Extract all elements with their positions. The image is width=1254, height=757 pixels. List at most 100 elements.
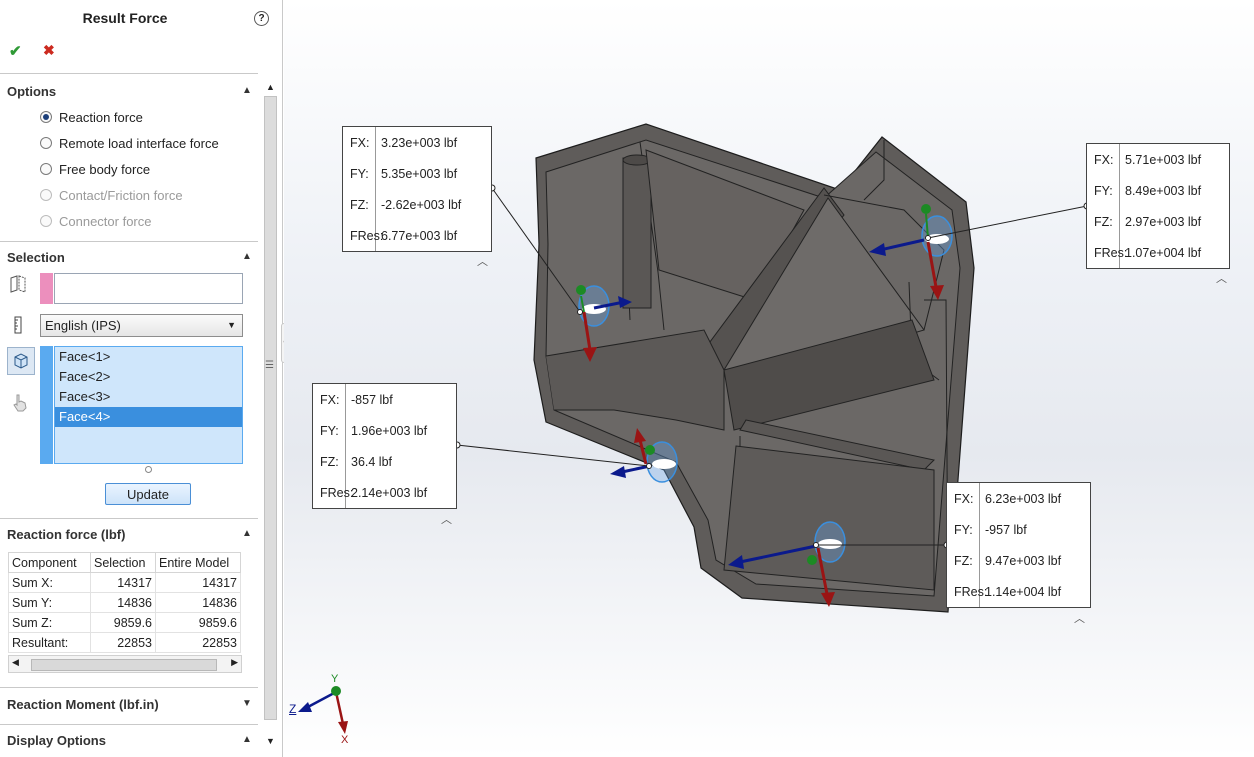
divider [0, 241, 258, 242]
callout-row: FY: 1.96e+003 lbf [313, 415, 456, 446]
reference-selection-field[interactable] [54, 273, 243, 304]
faces-list[interactable]: Face<1> Face<2> Face<3> Face<4> [54, 346, 243, 464]
triad-z-label: Z [289, 702, 297, 716]
divider [0, 687, 258, 688]
reaction-moment-header[interactable]: Reaction Moment (lbf.in) [7, 697, 159, 712]
list-item[interactable]: Face<1> [55, 347, 242, 367]
callout-collapse-icon[interactable]: ︿ [1074, 610, 1085, 626]
scrollbar-thumb[interactable] [31, 659, 217, 671]
radio-free-body-force[interactable]: Free body force [40, 160, 150, 178]
callout-row: FRes: 6.77e+003 lbf [343, 220, 491, 251]
callout-row: FX: -857 lbf [313, 384, 456, 415]
chevron-up-icon[interactable]: ▲ [242, 85, 252, 96]
scroll-up-icon[interactable]: ▲ [266, 82, 275, 92]
callout-value: 5.35e+003 lbf [381, 166, 458, 181]
options-header[interactable]: Options [7, 84, 56, 99]
callout-key: FRes: [947, 576, 987, 607]
reaction-force-table: Component Selection Entire Model Sum X: … [8, 552, 241, 653]
callout-value: 6.77e+003 lbf [381, 228, 458, 243]
callout-value: 36.4 lbf [351, 454, 393, 469]
units-dropdown[interactable]: English (IPS) ▼ [40, 314, 243, 337]
table-cell: 22853 [155, 632, 241, 653]
callout-value: 2.14e+003 lbf [351, 485, 428, 500]
divider [0, 518, 258, 519]
graphics-viewport[interactable]: Y Z X FX: 3.23e+003 lbf FY: 5.35e+003 lbf … [284, 0, 1254, 757]
scroll-right-icon[interactable]: ▶ [231, 657, 238, 668]
table-row: Sum Y: 14836 14836 [8, 592, 241, 613]
divider [0, 73, 258, 74]
callout-key: FZ: [1087, 206, 1120, 237]
callout-key: FY: [947, 514, 980, 545]
force-callout-1[interactable]: FX: 3.23e+003 lbf FY: 5.35e+003 lbf FZ: -2.… [342, 126, 492, 252]
callout-value: 9.47e+003 lbf [985, 553, 1062, 568]
chevron-up-icon[interactable]: ▲ [242, 251, 252, 262]
callout-key: FRes: [313, 477, 353, 508]
callout-key: FZ: [343, 189, 376, 220]
callout-row: FZ: 2.97e+003 lbf [1087, 206, 1229, 237]
callout-key: FX: [343, 127, 376, 158]
radio-connector-force: Connector force [40, 212, 152, 230]
callout-collapse-icon[interactable]: ︿ [441, 511, 452, 527]
radio-reaction-force[interactable]: Reaction force [40, 108, 143, 126]
chevron-down-icon[interactable]: ▼ [242, 698, 252, 709]
callout-collapse-icon[interactable]: ︿ [1216, 270, 1227, 286]
force-callout-2[interactable]: FX: 5.71e+003 lbf FY: 8.49e+003 lbf FZ: 2.9… [1086, 143, 1230, 269]
ok-button[interactable]: ✔ [9, 42, 22, 60]
callout-key: FZ: [313, 446, 346, 477]
part-model[interactable] [533, 123, 975, 613]
units-value: English (IPS) [45, 318, 121, 333]
scrollbar-thumb[interactable] [264, 96, 277, 720]
callout-value: 1.07e+004 lbf [1125, 245, 1202, 260]
list-item-selected[interactable]: Face<4> [55, 407, 242, 427]
table-horizontal-scrollbar[interactable]: ◀ ▶ [8, 655, 242, 673]
panel-vertical-scrollbar[interactable]: ▲ ▼ ☰ [262, 82, 279, 746]
scroll-left-icon[interactable]: ◀ [12, 657, 19, 668]
table-cell: 22853 [90, 632, 156, 653]
cancel-button[interactable]: ✖ [43, 42, 55, 59]
selection-header[interactable]: Selection [7, 250, 65, 265]
callout-row: FZ: 9.47e+003 lbf [947, 545, 1090, 576]
table-row: Sum X: 14317 14317 [8, 572, 241, 593]
force-callout-3[interactable]: FX: -857 lbf FY: 1.96e+003 lbf FZ: 36.4 lbf… [312, 383, 457, 509]
callout-row: FY: -957 lbf [947, 514, 1090, 545]
radio-icon[interactable] [40, 163, 52, 175]
resize-grip-icon[interactable] [145, 466, 152, 473]
callout-value: 1.96e+003 lbf [351, 423, 428, 438]
callout-key: FX: [947, 483, 980, 514]
column-header[interactable]: Selection [90, 552, 156, 573]
radio-selected-icon[interactable] [40, 111, 52, 123]
force-callout-4[interactable]: FX: 6.23e+003 lbf FY: -957 lbf FZ: 9.47e+00… [946, 482, 1091, 608]
grip-icon[interactable]: ☰ [265, 360, 274, 371]
column-header[interactable]: Entire Model [155, 552, 241, 573]
table-cell: Sum Z: [8, 612, 91, 633]
callout-row: FX: 6.23e+003 lbf [947, 483, 1090, 514]
orientation-triad [298, 686, 348, 734]
callout-value: 1.14e+004 lbf [985, 584, 1062, 599]
callout-row: FX: 5.71e+003 lbf [1087, 144, 1229, 175]
radio-label: Contact/Friction force [59, 187, 183, 203]
ruler-icon [6, 314, 30, 336]
column-header[interactable]: Component [8, 552, 91, 573]
display-options-header[interactable]: Display Options [7, 733, 106, 748]
reaction-force-header[interactable]: Reaction force (lbf) [7, 527, 125, 542]
chevron-up-icon[interactable]: ▲ [242, 734, 252, 745]
callout-collapse-icon[interactable]: ︿ [477, 253, 488, 269]
callout-key: FRes: [343, 220, 383, 251]
chevron-down-icon[interactable]: ▼ [227, 315, 236, 336]
help-icon[interactable]: ? [254, 11, 269, 26]
table-cell: 14317 [155, 572, 241, 593]
callout-key: FY: [343, 158, 376, 189]
face-filter-icon[interactable] [7, 347, 35, 375]
radio-icon[interactable] [40, 137, 52, 149]
property-manager-panel: Result Force ? ✔ ✖ Options ▲ Reaction fo… [0, 0, 283, 757]
table-cell: Resultant: [8, 632, 91, 653]
list-item[interactable]: Face<3> [55, 387, 242, 407]
radio-remote-load-interface-force[interactable]: Remote load interface force [40, 134, 219, 152]
list-item[interactable]: Face<2> [55, 367, 242, 387]
scroll-down-icon[interactable]: ▼ [266, 736, 275, 746]
update-button[interactable]: Update [105, 483, 191, 505]
chevron-up-icon[interactable]: ▲ [242, 528, 252, 539]
callout-key: FRes: [1087, 237, 1127, 268]
table-cell: 14836 [155, 592, 241, 613]
table-cell: 9859.6 [90, 612, 156, 633]
